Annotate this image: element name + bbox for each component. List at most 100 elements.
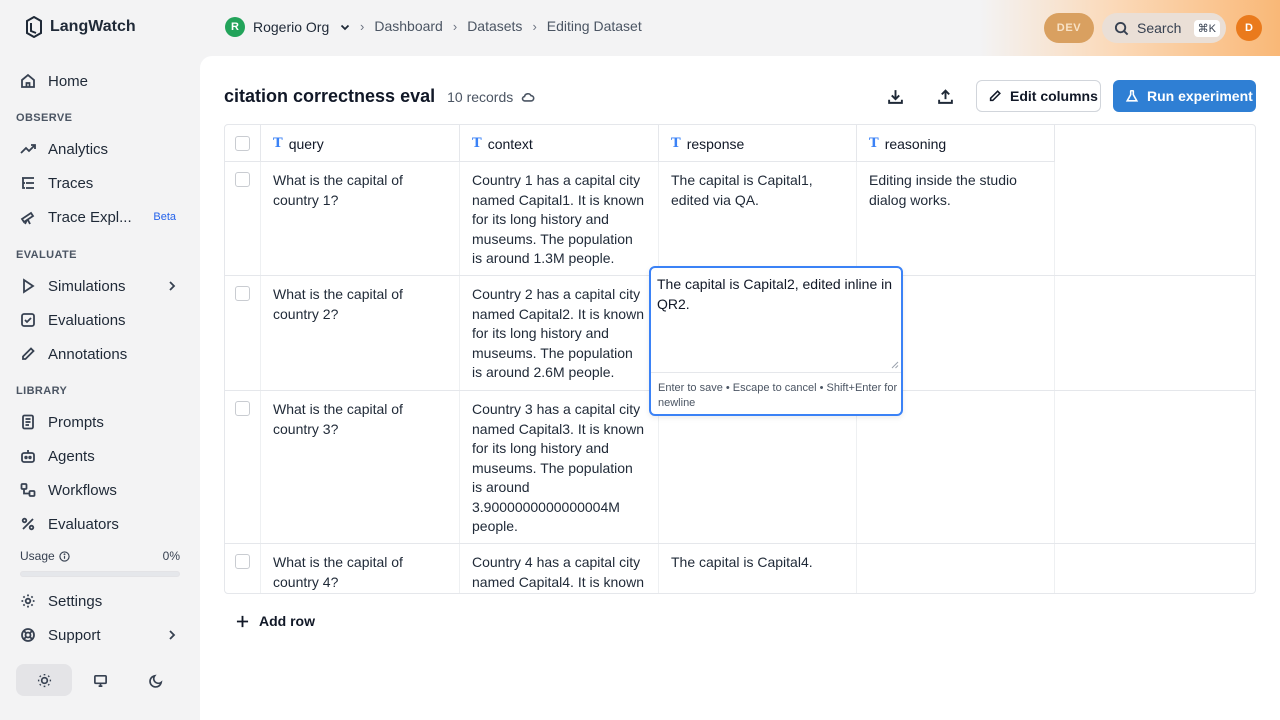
life-buoy-icon: [21, 628, 35, 642]
sidebar-item-agents[interactable]: Agents: [16, 441, 186, 471]
column-header-response[interactable]: T response: [659, 125, 857, 162]
cell-context[interactable]: Country 4 has a capital city named Capit…: [460, 544, 659, 593]
main-panel: citation correctness eval 10 records Edi…: [200, 56, 1280, 720]
cloud-icon: [522, 92, 535, 102]
plus-icon: [236, 615, 249, 627]
sidebar-item-annotations[interactable]: Annotations: [16, 339, 186, 369]
langwatch-logo-icon: [26, 16, 42, 38]
cell-query[interactable]: What is the capital of country 2?: [261, 276, 460, 390]
sidebar-item-settings[interactable]: Settings: [16, 586, 186, 616]
user-avatar[interactable]: D: [1236, 15, 1262, 41]
beta-badge: Beta: [153, 211, 176, 223]
text-type-icon: T: [273, 136, 283, 151]
cell-editor-textarea[interactable]: The capital is Capital2, edited inline i…: [657, 274, 897, 372]
cell-context[interactable]: Country 1 has a capital city named Capit…: [460, 162, 659, 275]
chevron-right-icon: ›: [360, 18, 365, 34]
row-checkbox[interactable]: [235, 401, 250, 416]
org-avatar: R: [225, 17, 245, 37]
chevron-right-icon: [169, 281, 176, 291]
sidebar-item-traces[interactable]: Traces: [16, 168, 186, 198]
cell-query[interactable]: What is the capital of country 4?: [261, 544, 460, 593]
info-icon[interactable]: [59, 550, 70, 562]
cell-response[interactable]: The capital is Capital1, edited via QA.: [659, 162, 857, 275]
sidebar-item-evaluations[interactable]: Evaluations: [16, 305, 186, 335]
row-checkbox[interactable]: [235, 286, 250, 301]
sidebar-item-workflows[interactable]: Workflows: [16, 475, 186, 505]
sidebar-item-support[interactable]: Support: [16, 620, 186, 650]
app-logo[interactable]: LangWatch: [24, 16, 136, 38]
column-header-context[interactable]: T context: [460, 125, 659, 162]
telescope-icon: [20, 211, 35, 225]
moon-icon: [148, 674, 162, 688]
row-checkbox-cell: [225, 391, 261, 543]
cell-context[interactable]: Country 2 has a capital city named Capit…: [460, 276, 659, 390]
page-title: citation correctness eval: [224, 86, 436, 106]
theme-system-button[interactable]: [72, 664, 128, 696]
pencil-icon: [22, 347, 35, 360]
sidebar-item-label: Analytics: [48, 140, 109, 158]
record-count: 10 records: [447, 89, 535, 105]
cell-response[interactable]: The capital is Capital4.: [659, 544, 857, 593]
row-checkbox-cell: [225, 544, 261, 593]
select-all-checkbox[interactable]: [235, 136, 250, 151]
sidebar-item-prompts[interactable]: Prompts: [16, 407, 186, 437]
table-row: What is the capital of country 4? Countr…: [225, 544, 1255, 593]
org-switcher[interactable]: R Rogerio Org: [225, 17, 351, 37]
sidebar-item-label: Evaluators: [48, 515, 119, 533]
dataset-title-row: citation correctness eval 10 records: [224, 86, 535, 107]
sun-icon: [37, 673, 51, 687]
sidebar-item-label: Traces: [48, 174, 94, 192]
edit-columns-label: Edit columns: [1010, 88, 1098, 104]
upload-button[interactable]: [929, 82, 961, 110]
search-label: Search: [1137, 20, 1182, 36]
top-header: R Rogerio Org › Dashboard › Datasets › E…: [200, 0, 1280, 56]
theme-switcher: [16, 664, 184, 696]
section-label-observe: OBSERVE: [16, 112, 73, 124]
sidebar-item-label: Settings: [48, 592, 103, 610]
cell-query[interactable]: What is the capital of country 3?: [261, 391, 460, 543]
theme-light-button[interactable]: [16, 664, 72, 696]
breadcrumb-datasets[interactable]: Datasets: [467, 18, 522, 34]
cell-reasoning[interactable]: Editing inside the studio dialog works.: [857, 162, 1055, 275]
download-button[interactable]: [879, 82, 911, 110]
cell-context[interactable]: Country 3 has a capital city named Capit…: [460, 391, 659, 543]
resize-grip-icon[interactable]: [890, 360, 899, 369]
cell-reasoning[interactable]: [857, 544, 1055, 593]
row-checkbox-cell: [225, 276, 261, 390]
chevron-down-icon: [341, 24, 350, 31]
usage-progress-bar: [20, 571, 180, 577]
record-count-text: 10 records: [447, 89, 514, 105]
sidebar-item-evaluators[interactable]: Evaluators: [16, 509, 186, 539]
sidebar-item-label: Evaluations: [48, 311, 126, 329]
sidebar-item-label: Trace Expl...: [48, 208, 132, 226]
search-button[interactable]: Search ⌘K: [1102, 13, 1226, 43]
table-row: What is the capital of country 1? Countr…: [225, 162, 1255, 276]
sidebar-item-trace-explorer[interactable]: Trace Expl... Beta: [16, 202, 186, 232]
add-row-button[interactable]: Add row: [236, 613, 315, 629]
cell-query[interactable]: What is the capital of country 1?: [261, 162, 460, 275]
edit-columns-button[interactable]: Edit columns: [976, 80, 1101, 112]
section-label-library: LIBRARY: [16, 385, 68, 397]
theme-dark-button[interactable]: [128, 664, 184, 696]
column-header-query[interactable]: T query: [261, 125, 460, 162]
run-experiment-button[interactable]: Run experiment: [1113, 80, 1256, 112]
sidebar-item-analytics[interactable]: Analytics: [16, 134, 186, 164]
sidebar-item-simulations[interactable]: Simulations: [16, 271, 186, 301]
breadcrumb-dashboard[interactable]: Dashboard: [374, 18, 443, 34]
monitor-icon: [93, 674, 107, 687]
sidebar-item-home[interactable]: Home: [16, 66, 186, 96]
home-icon: [21, 73, 35, 88]
column-header-reasoning[interactable]: T reasoning: [857, 125, 1055, 162]
text-type-icon: T: [671, 136, 681, 151]
upload-icon: [937, 88, 953, 104]
row-checkbox-cell: [225, 162, 261, 275]
list-tree-icon: [22, 177, 34, 189]
gear-icon: [21, 594, 35, 608]
column-label: query: [288, 135, 324, 152]
usage-percent: 0%: [162, 549, 180, 563]
env-badge: DEV: [1044, 13, 1094, 43]
cell-filler: [1055, 544, 1255, 593]
usage-indicator: Usage 0%: [20, 549, 180, 563]
row-checkbox[interactable]: [235, 554, 250, 569]
row-checkbox[interactable]: [235, 172, 250, 187]
